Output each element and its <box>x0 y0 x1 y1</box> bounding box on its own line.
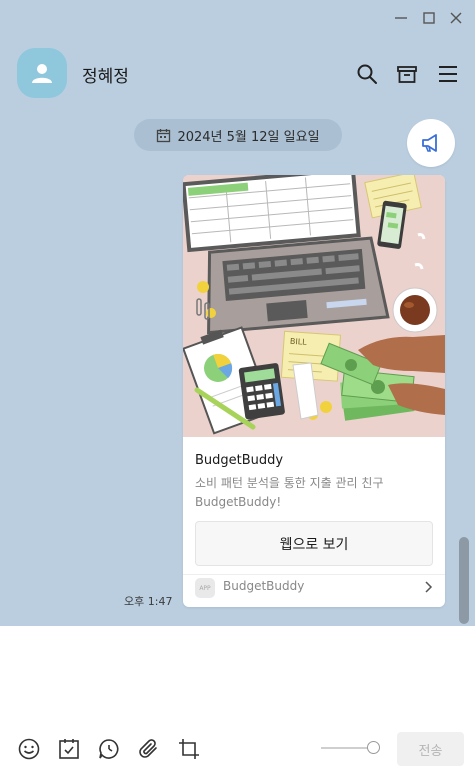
open-web-button[interactable]: 웹으로 보기 <box>195 521 433 566</box>
calendar-icon <box>157 128 171 142</box>
search-icon[interactable] <box>356 63 378 85</box>
avatar[interactable] <box>17 48 67 98</box>
emoji-icon[interactable] <box>17 737 41 761</box>
date-label: 2024년 5월 12일 일요일 <box>177 129 320 145</box>
maximize-icon[interactable] <box>421 10 437 26</box>
scrollbar[interactable] <box>459 537 469 624</box>
schedule-icon[interactable] <box>57 737 81 761</box>
chat-bubble-icon[interactable] <box>97 737 121 761</box>
chat-title: 정혜정 <box>82 67 129 87</box>
card-title: BudgetBuddy <box>195 453 284 468</box>
app-icon: APP <box>195 578 215 598</box>
budget-illustration: BILL <box>183 175 445 437</box>
chevron-right-icon <box>425 581 433 593</box>
send-button[interactable]: 전송 <box>397 732 464 766</box>
megaphone-icon <box>422 134 437 152</box>
bill-text: BILL <box>290 337 308 347</box>
title-bar <box>0 0 475 36</box>
footer-app-name: BudgetBuddy <box>223 579 305 593</box>
card-footer[interactable]: APP BudgetBuddy <box>183 574 445 607</box>
archive-icon[interactable] <box>396 63 418 85</box>
menu-icon[interactable] <box>437 63 459 85</box>
slider-knob[interactable] <box>367 741 380 754</box>
crop-icon[interactable] <box>177 737 201 761</box>
date-divider: 2024년 5월 12일 일요일 <box>134 119 342 151</box>
chat-header: 정혜정 <box>0 36 475 112</box>
font-size-slider[interactable] <box>321 747 373 749</box>
message-time: 오후 1:47 <box>124 595 173 608</box>
attach-icon[interactable] <box>137 737 161 761</box>
composer[interactable]: 전송 <box>0 626 475 778</box>
card-description: 소비 패턴 분석을 통한 지출 관리 친구 BudgetBuddy! <box>195 476 384 509</box>
notice-button[interactable] <box>407 119 455 167</box>
person-icon <box>32 64 52 83</box>
minimize-icon[interactable] <box>393 10 409 26</box>
close-icon[interactable] <box>448 10 464 26</box>
link-preview-card[interactable]: BILL BudgetBuddy 소비 패턴 분석을 통한 지출 관리 친구 B… <box>183 175 445 607</box>
